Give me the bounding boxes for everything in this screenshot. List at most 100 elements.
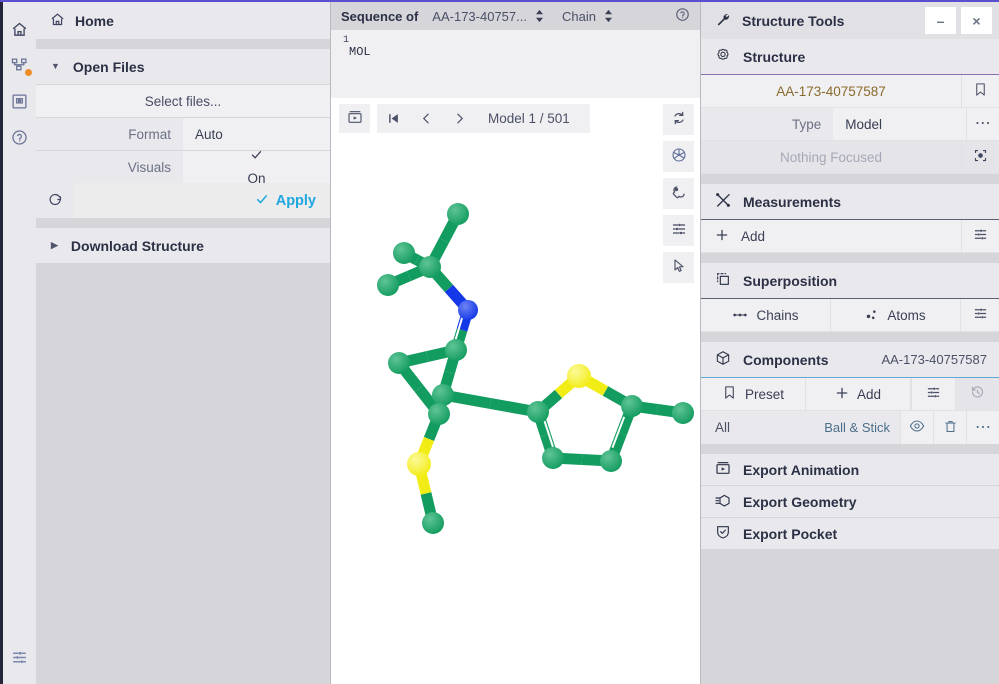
component-delete-button[interactable] [933, 411, 966, 444]
measurements-add-label: Add [741, 228, 766, 244]
close-button[interactable]: × [961, 7, 992, 34]
rail-home-button[interactable] [2, 11, 38, 47]
left-panel-filler [36, 263, 330, 684]
atom-c [422, 512, 444, 534]
atom-c [388, 352, 410, 374]
superpose-atoms-button[interactable]: Atoms [831, 299, 961, 331]
home-icon [50, 12, 65, 30]
screenshot-button[interactable] [663, 141, 694, 172]
components-preset-label: Preset [744, 386, 785, 402]
first-model-button[interactable] [377, 104, 410, 133]
bond-half [534, 389, 563, 417]
rail-save-state-button[interactable] [2, 83, 38, 119]
atom-c [419, 256, 441, 278]
viewport-settings-button[interactable] [663, 215, 694, 246]
sequence-structure-select[interactable]: AA-173-40757... [432, 9, 544, 24]
right-panel-filler [701, 550, 999, 684]
rail-settings-button[interactable] [2, 639, 38, 675]
superposition-section-header[interactable]: Superposition [701, 263, 999, 299]
settings-icon [11, 649, 28, 666]
structure-entry-row: AA-173-40757587 [701, 75, 999, 108]
structure-section-header[interactable]: Structure [701, 39, 999, 75]
reset-camera-button[interactable] [663, 104, 694, 135]
atom-c [377, 274, 399, 296]
export-geometry-label: Export Geometry [743, 493, 857, 510]
sequence-chain-select[interactable]: Chain [562, 9, 613, 24]
rail-state-tree-button[interactable] [2, 47, 38, 83]
bond-half [426, 344, 458, 362]
bond-half [656, 404, 684, 419]
left-icon-rail [0, 2, 36, 684]
download-structure-section-header[interactable]: ▶ Download Structure [36, 228, 330, 263]
component-representation[interactable]: Ball & Stick [824, 411, 900, 444]
reset-form-button[interactable] [36, 183, 74, 218]
structure-type-value[interactable]: Model [833, 108, 965, 140]
visuals-row: Visuals On [36, 150, 330, 186]
structure-icon [715, 47, 731, 66]
measurements-options-button[interactable] [961, 220, 999, 252]
component-more-button[interactable]: ⋯ [966, 411, 999, 444]
bond-group [385, 211, 684, 525]
format-select[interactable]: Auto [183, 118, 330, 150]
measurements-section-header[interactable]: Measurements [701, 184, 999, 220]
atom-c [542, 447, 564, 469]
home-header[interactable]: Home [36, 2, 330, 39]
superposition-icon [715, 271, 731, 290]
focus-camera-button[interactable] [961, 141, 999, 173]
bond-half [576, 371, 609, 396]
component-list-item: All Ball & Stick ⋯ [701, 411, 999, 444]
export-pocket-row[interactable]: Export Pocket [701, 518, 999, 550]
bond-half [406, 261, 433, 282]
sequence-view[interactable]: 1 MOL [331, 30, 700, 98]
select-files-row: Select files... [36, 84, 330, 117]
measure-icon [715, 192, 731, 211]
components-title: Components [743, 351, 829, 368]
3d-viewport[interactable]: Model 1 / 501 [331, 98, 700, 684]
bond-half [425, 263, 454, 293]
measurements-add-button[interactable]: Add [701, 220, 961, 252]
components-section-header[interactable]: Components AA-173-40757587 [701, 342, 999, 378]
minimize-button[interactable]: – [925, 7, 956, 34]
components-options-button[interactable] [911, 378, 955, 410]
double-bond-line [611, 416, 626, 449]
bond-half [581, 454, 612, 467]
center-area: Sequence of AA-173-40757... Chain 1 MOL … [331, 2, 700, 684]
selection-mode-button[interactable] [663, 252, 694, 283]
component-visibility-button[interactable] [900, 411, 933, 444]
superposition-options-button[interactable] [961, 299, 999, 331]
previous-model-button[interactable] [410, 104, 443, 133]
structure-preset-button[interactable] [961, 75, 999, 107]
bond-half [532, 410, 551, 437]
bond-half [442, 389, 492, 409]
components-history-button[interactable] [955, 378, 999, 410]
components-preset-button[interactable]: Preset [701, 378, 806, 410]
atom-c [672, 402, 694, 424]
sequence-residue[interactable]: MOL [343, 46, 700, 59]
structure-more-button[interactable]: ⋯ [965, 108, 999, 140]
chevron-right-icon: ▶ [51, 240, 58, 250]
apply-button[interactable]: Apply [74, 183, 330, 218]
plus-icon [715, 228, 729, 245]
home-label: Home [75, 12, 114, 29]
updown-icon [535, 9, 544, 24]
chains-icon [732, 308, 748, 323]
bookmark-icon [973, 82, 988, 100]
save-state-icon [11, 93, 28, 110]
export-geometry-row[interactable]: Export Geometry [701, 486, 999, 518]
wrench-icon [671, 184, 687, 203]
molstar-app: Home ▼ Open Files Select files... Format… [0, 0, 999, 684]
structure-entry-name[interactable]: AA-173-40757587 [701, 75, 961, 107]
open-files-section-header[interactable]: ▼ Open Files [36, 49, 330, 84]
sequence-help-button[interactable] [675, 7, 690, 25]
next-model-button[interactable] [443, 104, 476, 133]
visuals-toggle[interactable]: On [183, 150, 330, 186]
export-animation-button[interactable] [339, 104, 370, 133]
select-files-button[interactable]: Select files... [36, 85, 330, 117]
sequence-chain-value: Chain [561, 8, 596, 24]
export-animation-row[interactable]: Export Animation [701, 454, 999, 486]
components-add-button[interactable]: Add [806, 378, 911, 410]
rail-help-button[interactable] [2, 119, 38, 155]
component-name[interactable]: All [701, 411, 824, 444]
toggle-controls-button[interactable] [663, 178, 694, 209]
superpose-chains-button[interactable]: Chains [701, 299, 831, 331]
